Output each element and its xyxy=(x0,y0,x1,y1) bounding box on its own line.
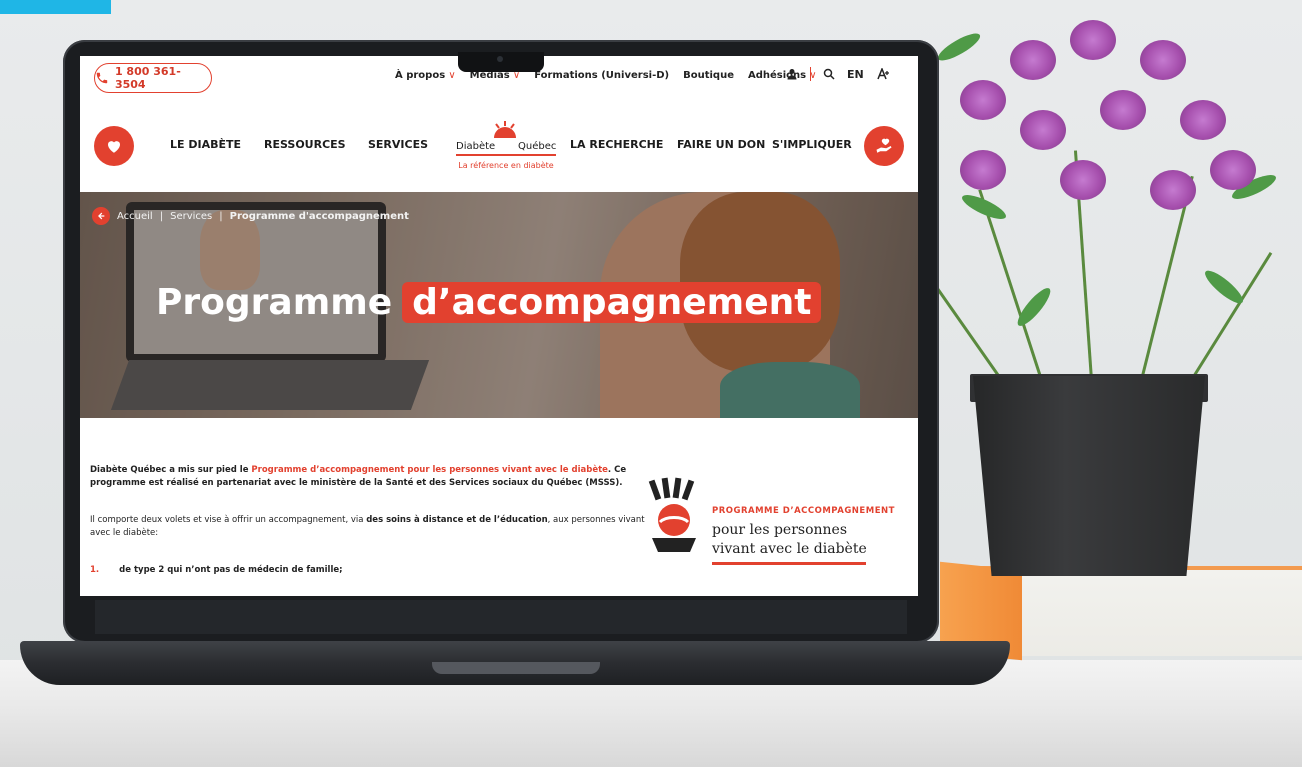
program-badge-line1: pour les personnes xyxy=(712,522,848,538)
plant-flower xyxy=(1070,20,1116,60)
phone-icon xyxy=(96,72,108,84)
nav-services[interactable]: SERVICES xyxy=(368,138,428,151)
breadcrumb: Accueil | Services | Programme d'accompa… xyxy=(92,207,409,225)
heart-hand-icon xyxy=(108,141,120,153)
plant-flower xyxy=(960,80,1006,120)
plant-leaf xyxy=(1201,266,1247,308)
phone-button[interactable]: 1 800 361-3504 xyxy=(94,63,212,93)
nav-ressources[interactable]: RESSOURCES xyxy=(264,138,346,151)
search-icon[interactable] xyxy=(823,68,835,80)
program-badge-underline xyxy=(712,562,866,565)
arrow-left-icon xyxy=(98,212,105,220)
breadcrumb-home[interactable]: Accueil xyxy=(117,211,153,222)
phone-number: 1 800 361-3504 xyxy=(114,65,181,91)
plant-flower xyxy=(1020,110,1066,150)
heart-button[interactable] xyxy=(94,126,134,166)
laptop-notch xyxy=(458,52,544,72)
nav-le-diabete[interactable]: LE DIABÈTE xyxy=(170,138,241,151)
user-icon[interactable] xyxy=(786,68,798,80)
plant-stem xyxy=(978,189,1043,381)
laptop-bezel-bottom xyxy=(95,600,907,634)
plant-flower xyxy=(960,150,1006,190)
components-paragraph: Il comporte deux volets et vise à offrir… xyxy=(90,514,650,540)
plant-flower xyxy=(1060,160,1106,200)
breadcrumb-services[interactable]: Services xyxy=(170,211,212,222)
page-title: Programme d’accompagnement xyxy=(156,282,822,323)
intro-text-start: Diabète Québec a mis sur pied le xyxy=(90,465,252,475)
utility-icons: EN xyxy=(786,67,890,81)
components-text-bold: des soins à distance et de l’éducation xyxy=(366,515,548,525)
accessibility-icon[interactable] xyxy=(876,68,890,80)
intro-paragraph: Diabète Québec a mis sur pied le Program… xyxy=(90,464,650,490)
camera-icon xyxy=(497,56,503,62)
diabete-quebec-logo[interactable]: Diabète Québec La référence en diabète xyxy=(452,120,560,176)
breadcrumb-separator: | xyxy=(219,210,223,222)
plant-flower xyxy=(1180,100,1226,140)
program-logo-icon xyxy=(648,477,696,552)
link-boutique[interactable]: Boutique xyxy=(683,70,734,81)
laptop-screen: 1 800 361-3504 À propos Médias Formation… xyxy=(80,56,918,596)
page-title-plain: Programme xyxy=(156,282,393,323)
plant-pot xyxy=(973,376,1205,576)
laptop-opening-notch xyxy=(432,662,600,674)
plant-flower xyxy=(1150,170,1196,210)
program-link[interactable]: Programme d’accompagnement pour les pers… xyxy=(251,465,608,475)
logo-text-left: Diabète xyxy=(456,141,496,152)
logo-tagline: La référence en diabète xyxy=(458,161,554,170)
breadcrumb-separator: | xyxy=(159,210,164,222)
corner-tab xyxy=(0,0,111,14)
lang-toggle[interactable]: EN xyxy=(847,68,864,81)
back-button[interactable] xyxy=(92,207,110,225)
plant-flower xyxy=(1140,40,1186,80)
page-title-highlight: d’accompagnement xyxy=(402,282,822,323)
list-item-number: 1. xyxy=(90,565,100,575)
breadcrumb-current: Programme d'accompagnement xyxy=(229,210,409,222)
main-nav: LE DIABÈTE RESSOURCES SERVICES Diabète Q… xyxy=(80,100,918,192)
logo-text-right: Québec xyxy=(518,141,557,152)
separator xyxy=(810,67,811,81)
hero-banner: Accueil | Services | Programme d'accompa… xyxy=(80,192,918,418)
components-text-start: Il comporte deux volets et vise à offrir… xyxy=(90,515,367,525)
plant-flower xyxy=(1210,150,1256,190)
plant-leaf xyxy=(934,28,984,66)
nav-faire-un-don[interactable]: FAIRE UN DON xyxy=(677,138,765,151)
link-a-propos[interactable]: À propos xyxy=(395,70,456,81)
hand-heart-icon xyxy=(876,138,892,153)
article-body: Diabète Québec a mis sur pied le Program… xyxy=(90,464,650,577)
donate-hand-button[interactable] xyxy=(864,126,904,166)
nav-la-recherche[interactable]: LA RECHERCHE xyxy=(570,138,663,151)
list-item-text: de type 2 qui n’ont pas de médecin de fa… xyxy=(119,565,343,575)
plant-stem xyxy=(1190,251,1273,381)
plant-flower xyxy=(1010,40,1056,80)
utility-links: À propos Médias Formations (Universi-D) … xyxy=(395,70,817,81)
logo-underline xyxy=(456,154,556,156)
program-badge-title: PROGRAMME D’ACCOMPAGNEMENT xyxy=(712,506,895,516)
list-item: 1. de type 2 qui n’ont pas de médecin de… xyxy=(90,564,650,577)
nav-s-impliquer[interactable]: S'IMPLIQUER xyxy=(772,138,852,151)
plant-leaf xyxy=(959,190,1009,224)
program-badge-line2: vivant avec le diabète xyxy=(712,541,867,557)
plant-flower xyxy=(1100,90,1146,130)
link-formations[interactable]: Formations (Universi-D) xyxy=(534,70,669,81)
